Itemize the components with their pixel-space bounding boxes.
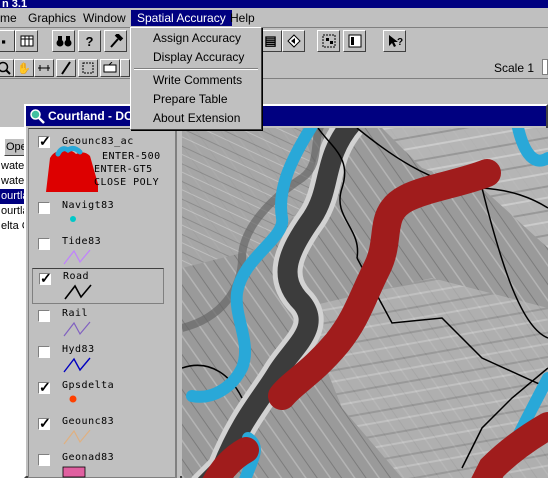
menu-window[interactable]: Window [77, 10, 132, 26]
theme-geounc83-ac[interactable]: ✓ Geounc83_ac ENTER-500 ENTER-GT5 CLOSE … [32, 132, 164, 196]
theme-navigt83[interactable]: Navigt83 [32, 198, 164, 232]
theme-geonad83[interactable]: Geonad83 [32, 450, 164, 478]
menu-item-about-extension[interactable]: About Extension [132, 109, 260, 128]
menu-spatial-accuracy[interactable]: Spatial Accuracy [131, 10, 232, 26]
table-of-contents: ✓ Geounc83_ac ENTER-500 ENTER-GT5 CLOSE … [28, 128, 176, 478]
theme-rail[interactable]: Rail [32, 306, 164, 340]
legend-label: CLOSE POLY [94, 177, 160, 188]
menu-item-assign-accuracy[interactable]: Assign Accuracy [132, 29, 260, 48]
theme-checkbox[interactable] [38, 346, 50, 358]
line-symbol-icon [63, 249, 91, 265]
button-bar: ▪ ? ▤ ? [0, 28, 548, 54]
theme-checkbox[interactable]: ✓ [39, 271, 52, 285]
menu-help[interactable]: Help [224, 10, 261, 26]
menu-file[interactable]: me [0, 10, 23, 26]
view-title: Courtland - DC [48, 109, 133, 123]
line-symbol-icon [64, 284, 92, 300]
table-icon[interactable] [15, 30, 38, 52]
menu-bar: me Graphics Window Spatial Accuracy Help [0, 8, 548, 28]
scale-field[interactable] [542, 59, 548, 75]
menu-item-write-comments[interactable]: Write Comments [132, 71, 260, 90]
theme-checkbox[interactable]: ✓ [38, 416, 51, 430]
theme-name: Tide83 [62, 236, 102, 247]
legend-label: ENTER-GT5 [94, 164, 153, 175]
toc-splitter[interactable] [176, 128, 180, 478]
map-display[interactable] [182, 128, 548, 478]
scale-label: Scale 1 [493, 61, 534, 75]
theme-checkbox[interactable] [38, 238, 50, 250]
pencil-icon[interactable] [56, 59, 76, 77]
app-title-bar: n 3.1 [0, 0, 548, 8]
measure-icon[interactable] [34, 59, 54, 77]
select-features-icon[interactable] [317, 30, 340, 52]
aerial-map [182, 128, 548, 478]
theme-name: Gpsdelta [62, 380, 115, 391]
pan-hand-icon[interactable]: ✋ [14, 59, 34, 77]
zoom-extent-icon[interactable]: ▤ [259, 30, 282, 52]
line-symbol-icon [63, 357, 91, 373]
theme-geounc83[interactable]: ✓ Geounc83 [32, 414, 164, 448]
point-symbol-icon [69, 395, 77, 403]
view-magnifier-icon [30, 109, 45, 124]
theme-name: Geounc83 [62, 416, 115, 427]
theme-road[interactable]: ✓ Road [32, 268, 164, 304]
layout-icon[interactable] [343, 30, 366, 52]
polygon-symbol-icon [62, 466, 86, 478]
theme-name: Navigt83 [62, 200, 115, 211]
help-cursor-icon[interactable]: ? [383, 30, 406, 52]
spatial-accuracy-menu: Assign Accuracy Display Accuracy Write C… [130, 27, 262, 130]
theme-tide83[interactable]: Tide83 [32, 234, 164, 268]
query-icon[interactable]: ? [78, 30, 101, 52]
polygon-symbol-icon [46, 145, 98, 192]
save-icon[interactable]: ▪ [0, 30, 15, 52]
svg-text:?: ? [397, 37, 403, 48]
theme-checkbox[interactable]: ✓ [38, 380, 51, 394]
theme-gpsdelta[interactable]: ✓ Gpsdelta [32, 378, 164, 412]
theme-name: Road [63, 271, 90, 282]
binoculars-icon[interactable] [52, 30, 75, 52]
arcview-window: n 3.1 me Graphics Window Spatial Accurac… [0, 0, 548, 478]
line-symbol-icon [63, 321, 91, 337]
menu-separator [134, 68, 258, 70]
view-window: Courtland - DC ✓ Geounc83_ac ENTER-500 E… [24, 104, 548, 478]
label-icon[interactable] [100, 59, 120, 77]
hammer-icon[interactable] [104, 30, 127, 52]
theme-name: Hyd83 [62, 344, 95, 355]
theme-hyd83[interactable]: Hyd83 [32, 342, 164, 376]
legend-label: ENTER-500 [102, 151, 161, 162]
menu-item-prepare-table[interactable]: Prepare Table [132, 90, 260, 109]
select-box-icon[interactable] [78, 59, 98, 77]
theme-checkbox[interactable] [38, 454, 50, 466]
menu-item-display-accuracy[interactable]: Display Accuracy [132, 48, 260, 67]
tool-bar: ✋ Scale 1 [0, 57, 548, 79]
point-symbol-icon [70, 216, 76, 222]
zoom-active-icon[interactable] [282, 30, 305, 52]
line-symbol-icon [63, 429, 91, 445]
app-title: n 3.1 [2, 0, 28, 8]
menu-graphics[interactable]: Graphics [22, 10, 82, 26]
zoom-in-icon[interactable] [0, 59, 14, 77]
tool-dropdown-icon[interactable] [120, 59, 130, 77]
theme-name: Geonad83 [62, 452, 115, 463]
theme-checkbox[interactable] [38, 310, 50, 322]
theme-name: Rail [62, 308, 89, 319]
view-titlebar[interactable]: Courtland - DC [26, 106, 546, 126]
theme-checkbox[interactable] [38, 202, 50, 214]
